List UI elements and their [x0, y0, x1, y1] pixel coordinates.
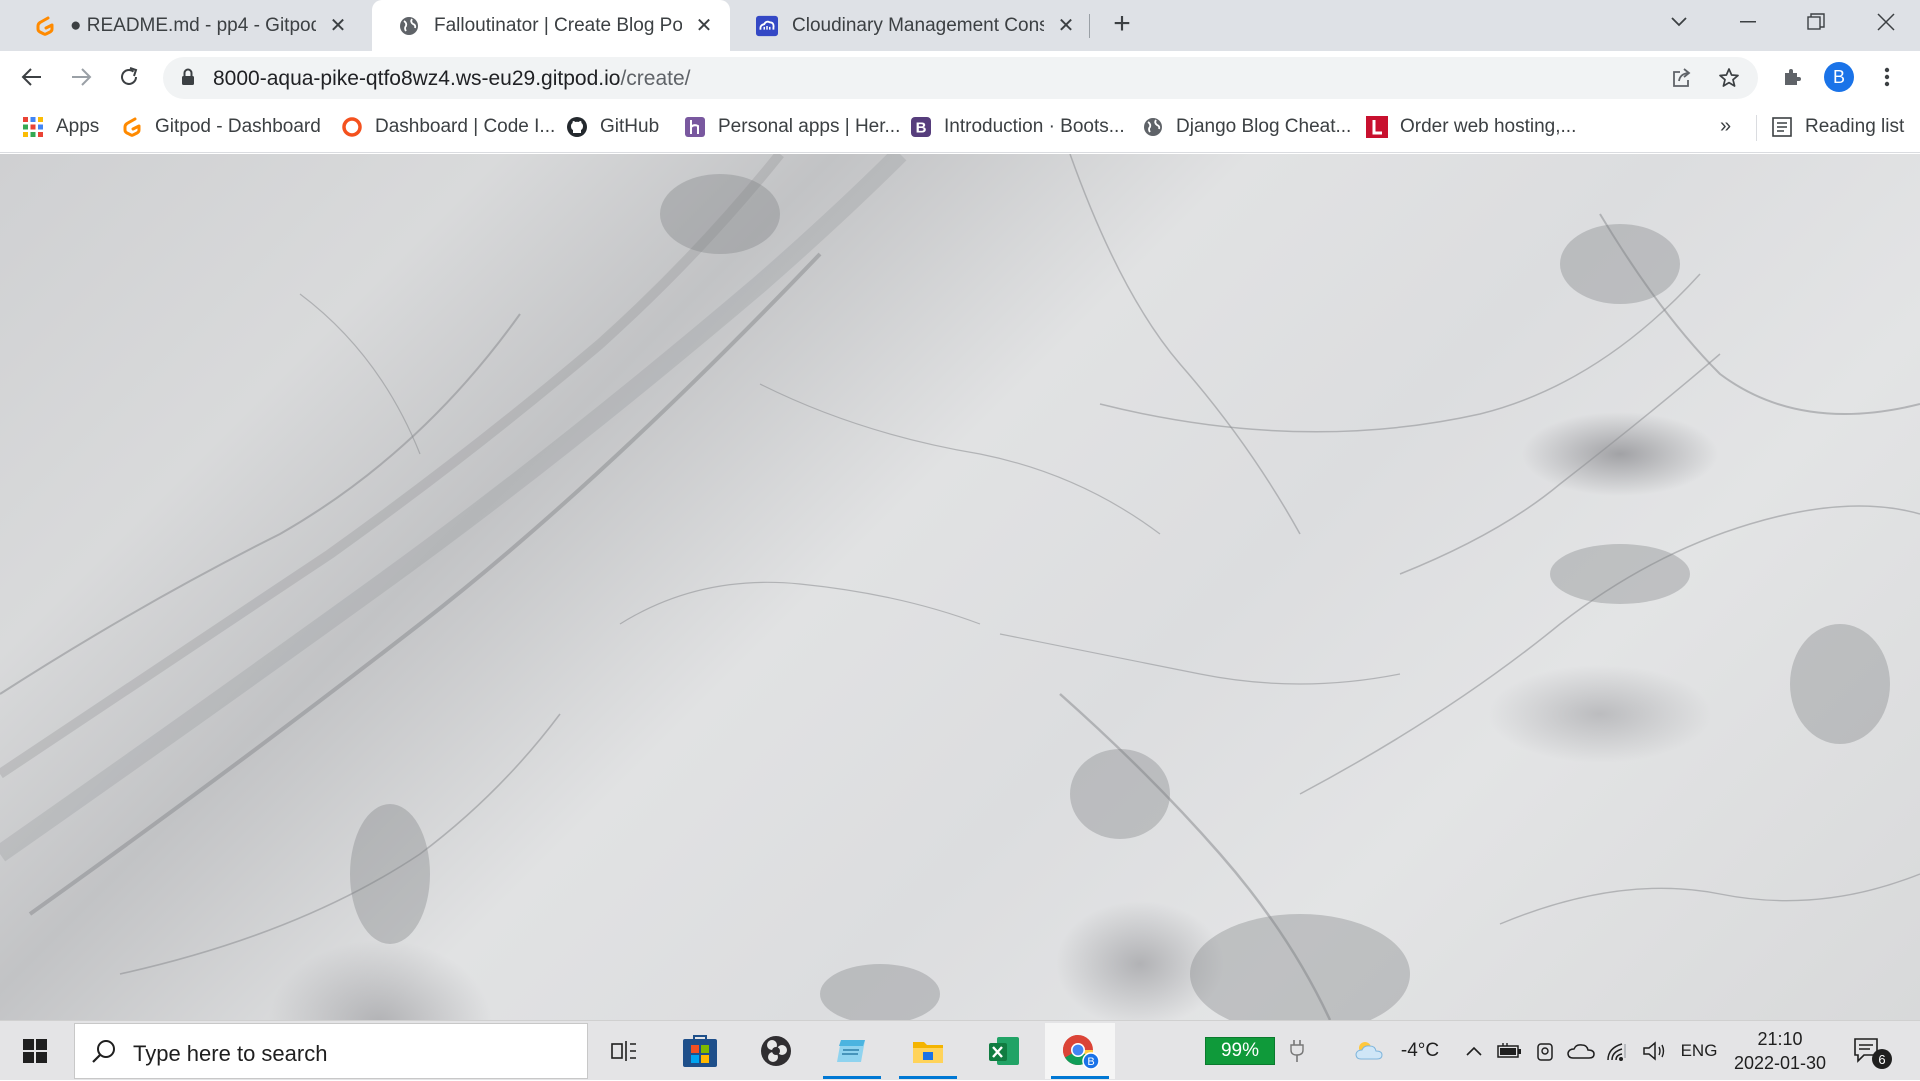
obs-icon[interactable]: [741, 1023, 811, 1079]
heroku-icon: [684, 116, 706, 138]
hosting-l-icon: [1366, 116, 1388, 138]
task-view-icon[interactable]: [589, 1023, 659, 1079]
gitpod-icon: [34, 15, 56, 37]
new-tab-button[interactable]: +: [1106, 9, 1138, 41]
close-window-button[interactable]: [1856, 0, 1916, 44]
chrome-icon[interactable]: B: [1045, 1023, 1115, 1079]
bookmark-label: Dashboard | Code I...: [375, 116, 556, 137]
notification-count-badge: 6: [1872, 1049, 1892, 1069]
battery-icon[interactable]: [1496, 1037, 1524, 1065]
windows-logo-icon: [23, 1039, 47, 1063]
profile-avatar-button[interactable]: B: [1822, 60, 1856, 94]
bookmark-label: GitHub: [600, 116, 660, 137]
reload-button[interactable]: [112, 60, 146, 94]
clock[interactable]: 21:10 2022-01-30: [1725, 1027, 1835, 1075]
clock-time: 21:10: [1757, 1029, 1803, 1049]
bookmark-django-cheatsheet[interactable]: Django Blog Cheat...: [1142, 103, 1351, 151]
url-host: 8000-aqua-pike-qtfo8wz4.ws-eu29.gitpod.i…: [213, 67, 621, 90]
globe-icon: [398, 15, 420, 37]
restore-button[interactable]: [1786, 0, 1846, 44]
input-language-indicator[interactable]: ENG: [1676, 1037, 1722, 1065]
tab-title: ● README.md - pp4 - Gitpod Co: [70, 14, 316, 36]
weather-cloud-icon[interactable]: [1350, 1037, 1390, 1065]
url-path: /create/: [620, 67, 691, 90]
tab-title: Cloudinary Management Console: [792, 14, 1044, 36]
back-button[interactable]: [15, 60, 49, 94]
search-icon: [91, 1038, 117, 1069]
bookmark-code-institute[interactable]: Dashboard | Code I...: [341, 103, 555, 151]
bookmarks-overflow-button[interactable]: »: [1720, 115, 1731, 138]
avatar: B: [1824, 62, 1854, 92]
bookmark-label: Apps: [56, 116, 100, 137]
minimize-button[interactable]: [1718, 0, 1778, 44]
show-hidden-icons-chevron-icon[interactable]: [1462, 1037, 1486, 1065]
bookmark-label: Introduction · Boots...: [944, 116, 1125, 137]
bookmark-star-icon[interactable]: [1717, 66, 1741, 90]
browser-toolbar: 8000-aqua-pike-qtfo8wz4.ws-eu29.gitpod.i…: [0, 51, 1920, 103]
meet-now-icon[interactable]: [1532, 1037, 1558, 1065]
tab-readme-gitpod[interactable]: ● README.md - pp4 - Gitpod Co ✕: [8, 0, 364, 51]
bookmark-gitpod-dashboard[interactable]: Gitpod - Dashboard: [121, 103, 321, 151]
code-institute-icon: [341, 116, 363, 138]
weather-temperature[interactable]: -4°C: [1392, 1037, 1448, 1065]
share-icon[interactable]: [1670, 66, 1694, 90]
windows-taskbar: Type here to search B 99% -4°C ENG 21:10…: [0, 1020, 1920, 1080]
excel-icon[interactable]: [969, 1023, 1039, 1079]
search-placeholder: Type here to search: [133, 1041, 328, 1066]
tab-cloudinary[interactable]: Cloudinary Management Console ✕: [730, 0, 1092, 51]
bookmark-heroku[interactable]: Personal apps | Her...: [684, 103, 900, 151]
action-center-button[interactable]: 6: [1852, 1035, 1892, 1069]
volume-icon[interactable]: [1640, 1037, 1670, 1065]
lock-icon[interactable]: [181, 68, 195, 91]
gitpod-icon: [121, 116, 143, 138]
svg-text:B: B: [916, 120, 927, 137]
bookmark-label: Personal apps | Her...: [718, 116, 901, 137]
bookmark-label: Order web hosting,...: [1400, 116, 1577, 137]
cloudinary-icon: [756, 15, 778, 37]
tab-separator: [1089, 14, 1090, 38]
bookmark-web-hosting[interactable]: Order web hosting,...: [1366, 103, 1576, 151]
page-content-marble-background: [0, 154, 1920, 1020]
github-icon: [566, 116, 588, 138]
onedrive-cloud-icon[interactable]: [1566, 1037, 1596, 1065]
svg-text:B: B: [1087, 1056, 1094, 1068]
battery-percentage-badge[interactable]: 99%: [1205, 1037, 1275, 1065]
menu-kebab-icon[interactable]: [1870, 60, 1904, 94]
close-icon[interactable]: ✕: [692, 14, 716, 38]
globe-icon: [1142, 116, 1164, 138]
bookmark-label: Gitpod - Dashboard: [155, 116, 321, 137]
bookmarks-bar: Apps Gitpod - Dashboard Dashboard | Code…: [0, 103, 1920, 153]
reading-list-label: Reading list: [1805, 116, 1905, 137]
extensions-puzzle-icon[interactable]: [1775, 60, 1809, 94]
reading-list-button[interactable]: Reading list: [1771, 103, 1904, 151]
close-icon[interactable]: ✕: [326, 14, 350, 38]
start-button[interactable]: [0, 1021, 70, 1081]
tab-title: Falloutinator | Create Blog Post: [434, 14, 682, 36]
wifi-icon[interactable]: [1604, 1037, 1634, 1065]
tab-strip: ● README.md - pp4 - Gitpod Co ✕ Fallouti…: [0, 0, 1920, 51]
bookmarks-separator: [1756, 115, 1757, 141]
tab-create-blog-post[interactable]: Falloutinator | Create Blog Post ✕: [372, 0, 730, 51]
tab-search-chevron-icon[interactable]: [1649, 0, 1709, 44]
microsoft-store-icon[interactable]: [665, 1023, 735, 1079]
apps-grid-icon: [22, 116, 44, 138]
address-bar[interactable]: 8000-aqua-pike-qtfo8wz4.ws-eu29.gitpod.i…: [163, 57, 1758, 99]
marble-veins-decoration: [0, 154, 1920, 1020]
clock-date: 2022-01-30: [1733, 1053, 1827, 1073]
bootstrap-icon: B: [910, 116, 932, 138]
bookmark-bootstrap[interactable]: B Introduction · Boots...: [910, 103, 1125, 151]
forward-button[interactable]: [64, 60, 98, 94]
file-explorer-icon[interactable]: [893, 1023, 963, 1079]
reading-list-icon: [1771, 116, 1793, 138]
url-text[interactable]: 8000-aqua-pike-qtfo8wz4.ws-eu29.gitpod.i…: [213, 67, 690, 91]
notepad-icon[interactable]: [817, 1023, 887, 1079]
taskbar-search-input[interactable]: Type here to search: [74, 1023, 588, 1079]
power-plug-icon[interactable]: [1282, 1037, 1312, 1065]
close-icon[interactable]: ✕: [1054, 14, 1078, 38]
bookmark-label: Django Blog Cheat...: [1176, 116, 1352, 137]
bookmark-github[interactable]: GitHub: [566, 103, 659, 151]
bookmark-apps[interactable]: Apps: [22, 103, 99, 151]
